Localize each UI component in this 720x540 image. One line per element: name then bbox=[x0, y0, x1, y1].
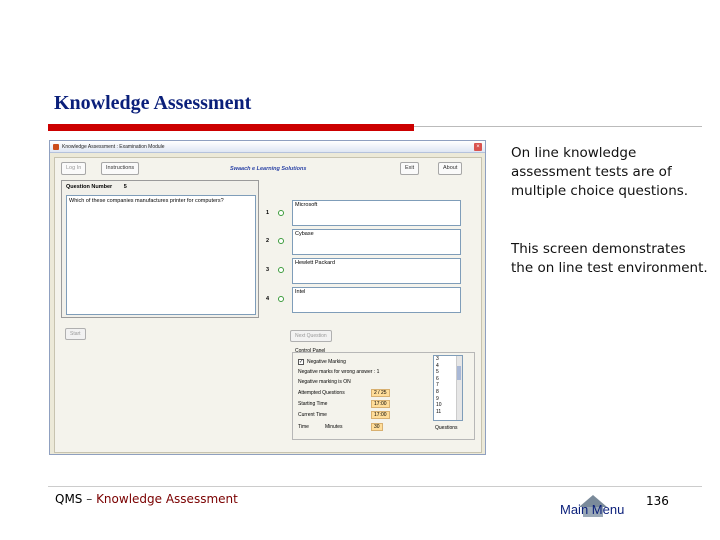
option-radio[interactable] bbox=[278, 296, 284, 302]
option-number: 2 bbox=[266, 238, 270, 244]
option-radio[interactable] bbox=[278, 238, 284, 244]
title-rule-extension bbox=[414, 126, 702, 127]
main-menu-link[interactable]: Main Menu bbox=[560, 502, 624, 517]
question-number-row: Question Number 5 bbox=[66, 184, 127, 190]
attempted-value: 2 / 25 bbox=[371, 389, 390, 397]
control-panel: ✓ Negative Marking Negative marks for wr… bbox=[292, 352, 475, 440]
brand-label: Swaach e Learning Solutions bbox=[230, 166, 307, 172]
footer-rule bbox=[48, 486, 702, 487]
footer-dash: – bbox=[82, 492, 97, 506]
footer-subtitle: Knowledge Assessment bbox=[96, 492, 238, 506]
negative-marking-status: Negative marking is ON bbox=[298, 379, 351, 385]
exit-button[interactable]: Exit bbox=[400, 162, 420, 175]
minutes-value: 30 bbox=[371, 423, 383, 431]
option-number: 1 bbox=[266, 210, 270, 216]
start-button[interactable]: Start bbox=[65, 328, 86, 340]
question-number-value: 5 bbox=[123, 184, 127, 190]
starting-time-label: Starting Time bbox=[298, 401, 328, 407]
footer-prefix: QMS bbox=[55, 492, 83, 506]
exam-module: Log In Instructions Swaach e Learning So… bbox=[54, 157, 482, 453]
window-title: Knowledge Assessment : Examination Modul… bbox=[62, 143, 165, 150]
minutes-label: Minutes bbox=[325, 424, 343, 430]
question-list[interactable]: 3 4 5 6 7 8 9 10 11 bbox=[433, 355, 463, 421]
scrollbar-thumb[interactable] bbox=[457, 366, 461, 380]
window-titlebar: Knowledge Assessment : Examination Modul… bbox=[50, 141, 485, 153]
negative-marks-info: Negative marks for wrong answer : 1 bbox=[298, 369, 380, 375]
option-answer[interactable]: Intel bbox=[292, 287, 461, 313]
about-button[interactable]: About bbox=[438, 162, 463, 175]
close-icon[interactable]: × bbox=[474, 143, 482, 151]
current-time-label: Current Time bbox=[298, 412, 327, 418]
current-time-value: 17:00 bbox=[371, 411, 390, 419]
question-number-label: Question Number bbox=[66, 184, 113, 190]
footer-caption: QMS – Knowledge Assessment bbox=[55, 492, 238, 506]
option-answer[interactable]: Hewlett Packard bbox=[292, 258, 461, 284]
option-number: 4 bbox=[266, 296, 270, 302]
tab-login[interactable]: Log In bbox=[61, 162, 87, 175]
option-answer[interactable]: Microsoft bbox=[292, 200, 461, 226]
question-text: Which of these companies manufactures pr… bbox=[66, 195, 256, 315]
option-number: 3 bbox=[266, 267, 270, 273]
option-answer[interactable]: Cybase bbox=[292, 229, 461, 255]
description-paragraph-2: This screen demonstrates the on line tes… bbox=[511, 241, 708, 276]
starting-time-value: 17:00 bbox=[371, 400, 390, 408]
time-label: Time bbox=[298, 424, 309, 430]
option-radio[interactable] bbox=[278, 210, 284, 216]
slide-title: Knowledge Assessment bbox=[54, 92, 252, 114]
negative-marking-checkbox[interactable]: ✓ bbox=[298, 359, 304, 365]
title-rule bbox=[48, 124, 414, 131]
app-icon bbox=[53, 143, 59, 150]
description-paragraph-1: On line knowledge assessment tests are o… bbox=[511, 145, 689, 199]
question-panel: Question Number 5 Which of these compani… bbox=[61, 180, 259, 318]
next-question-button[interactable]: Next Question bbox=[290, 330, 332, 342]
option-radio[interactable] bbox=[278, 267, 284, 273]
attempted-label: Attempted Questions bbox=[298, 390, 345, 396]
tab-instructions[interactable]: Instructions bbox=[101, 162, 140, 175]
question-list-scrollbar[interactable] bbox=[456, 356, 462, 420]
page-number: 136 bbox=[646, 494, 669, 508]
questions-caption: Questions bbox=[435, 425, 458, 431]
app-screenshot: Knowledge Assessment : Examination Modul… bbox=[49, 140, 486, 455]
negative-marking-label: Negative Marking bbox=[307, 359, 346, 365]
